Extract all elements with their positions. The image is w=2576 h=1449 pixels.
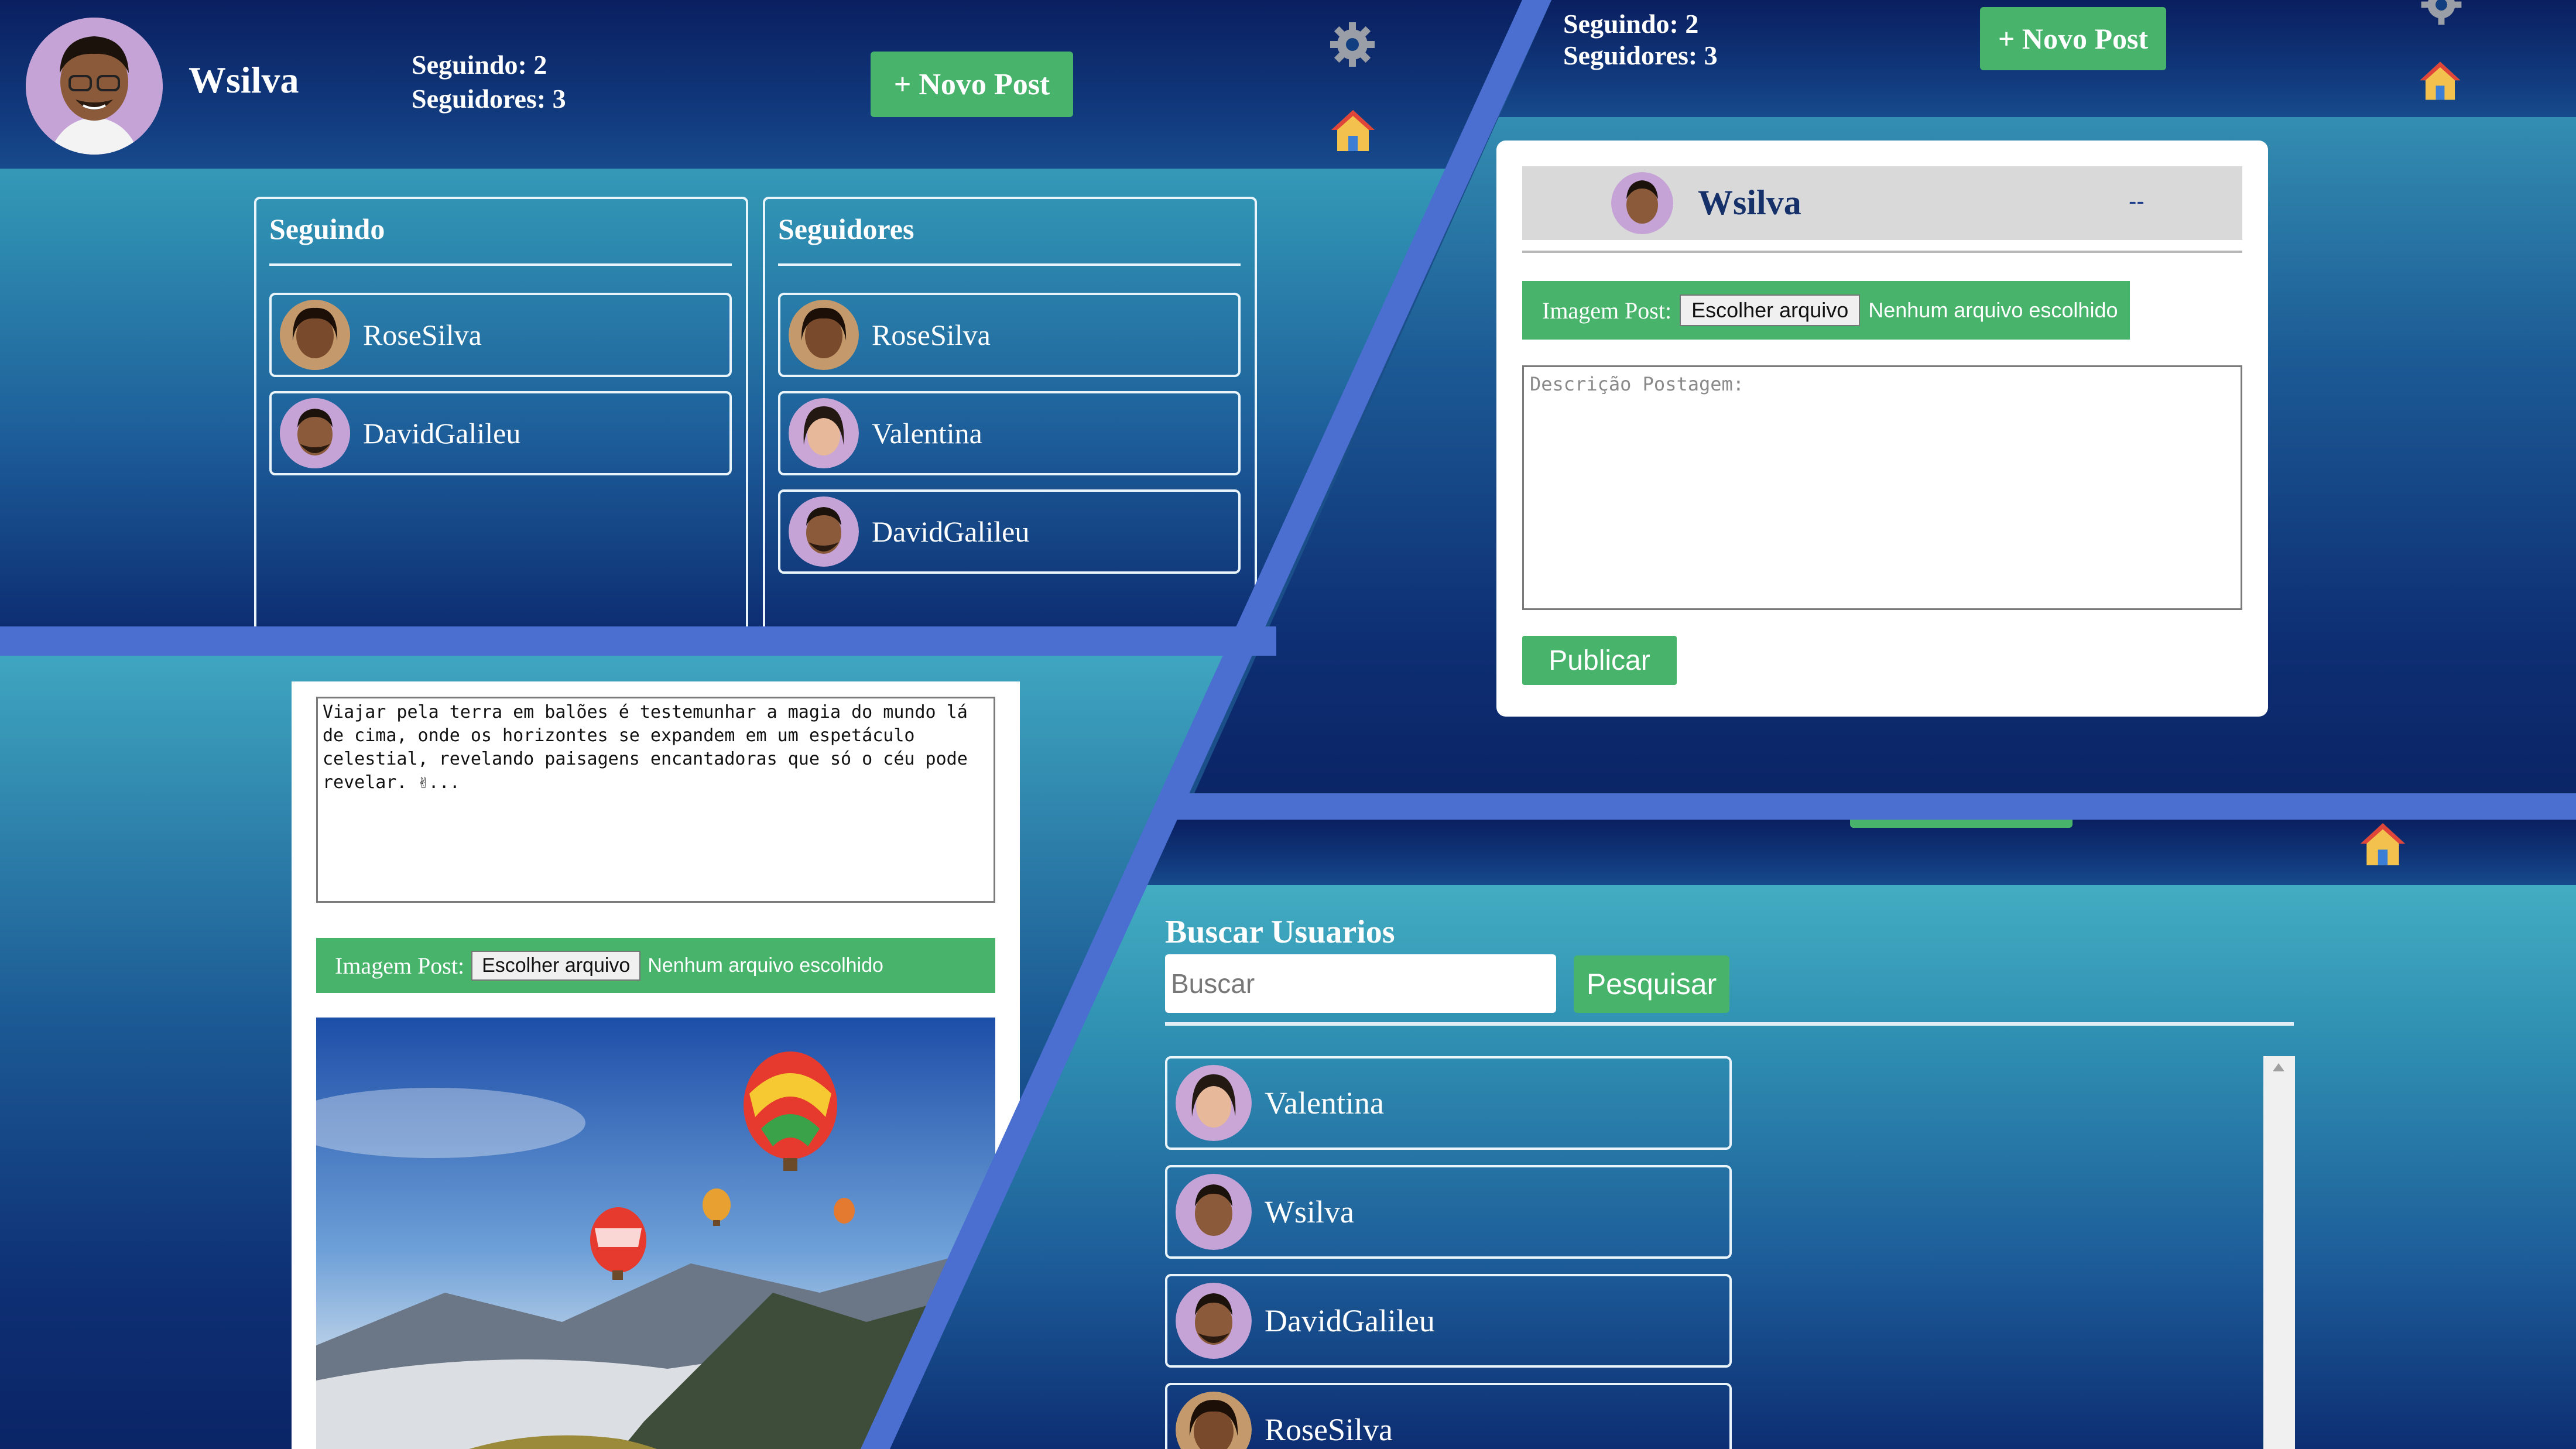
avatar	[789, 300, 859, 370]
followers-count: Seguidores: 3	[1563, 40, 1718, 70]
edit-post-text: Viajar pela terra em balões é testemunha…	[323, 702, 968, 793]
results-list: Valentina Wsilva DavidGalileu RoseSilva	[1165, 1056, 2295, 1449]
followers-count: Seguidores: 3	[412, 84, 566, 114]
results-scrollbar[interactable]	[2263, 1056, 2295, 1449]
following-divider	[269, 263, 732, 266]
avatar	[1176, 1065, 1252, 1141]
search-divider	[1165, 1022, 2294, 1026]
horizontal-divider-right	[1165, 793, 2576, 820]
avatar	[1176, 1283, 1252, 1359]
scroll-up-arrow-icon[interactable]	[2273, 1063, 2284, 1071]
modal-menu-button[interactable]: --	[2129, 189, 2145, 215]
image-upload-bar: Imagem Post: Escolher arquivo Nenhum arq…	[316, 938, 995, 993]
description-textarea[interactable]: Descrição Postagem:	[1522, 365, 2242, 610]
new-post-button[interactable]: + Novo Post	[1980, 7, 2166, 70]
search-button[interactable]: Pesquisar	[1574, 955, 1729, 1013]
result-item-wsilva[interactable]: Wsilva	[1165, 1165, 1732, 1259]
image-post-label: Imagem Post:	[335, 952, 465, 979]
avatar	[280, 398, 350, 468]
description-placeholder: Descrição Postagem:	[1530, 373, 1745, 395]
list-item-name: RoseSilva	[363, 318, 482, 351]
followers-card: Seguidores RoseSilva Valentina DavidGali…	[763, 197, 1257, 626]
result-item-davidgalileu[interactable]: DavidGalileu	[1165, 1274, 1732, 1368]
modal-author-bar: Wsilva --	[1522, 166, 2242, 240]
home-icon[interactable]	[2358, 820, 2407, 869]
avatar	[1176, 1174, 1252, 1250]
new-post-modal: Wsilva -- Imagem Post: Escolher arquivo …	[1496, 141, 2268, 717]
followers-item-davidgalileu[interactable]: DavidGalileu	[778, 489, 1241, 574]
list-item-name: Valentina	[1265, 1085, 1384, 1121]
list-item-name: DavidGalileu	[872, 515, 1030, 548]
new-post-button[interactable]: + Novo Post	[871, 52, 1073, 117]
search-input[interactable]: Buscar	[1165, 954, 1556, 1013]
avatar	[789, 496, 859, 567]
gear-icon[interactable]	[1328, 20, 1377, 69]
search-title: Buscar Usuarios	[1165, 914, 1395, 950]
followers-title: Seguidores	[778, 213, 914, 245]
result-item-rosesilva[interactable]: RoseSilva	[1165, 1383, 1732, 1449]
following-count: Seguindo: 2	[412, 50, 547, 80]
followers-item-valentina[interactable]: Valentina	[778, 391, 1241, 475]
choose-file-button[interactable]: Escolher arquivo	[471, 950, 641, 981]
following-title: Seguindo	[269, 213, 385, 245]
avatar	[1176, 1392, 1252, 1449]
avatar	[280, 300, 350, 370]
image-post-label: Imagem Post:	[1542, 297, 1672, 324]
following-item-rosesilva[interactable]: RoseSilva	[269, 293, 732, 377]
list-item-name: DavidGalileu	[363, 417, 521, 450]
choose-file-button[interactable]: Escolher arquivo	[1680, 294, 1861, 326]
following-card: Seguindo RoseSilva DavidGalileu	[254, 197, 748, 626]
list-item-name: RoseSilva	[872, 318, 991, 351]
edit-post-card: Viajar pela terra em balões é testemunha…	[292, 681, 1020, 1449]
image-upload-bar: Imagem Post: Escolher arquivo Nenhum arq…	[1522, 281, 2130, 340]
user-name: Wsilva	[189, 59, 299, 101]
list-item-name: Valentina	[872, 417, 982, 450]
new-post-button-partial[interactable]	[1850, 820, 2073, 828]
home-icon[interactable]	[1329, 107, 1377, 155]
result-item-valentina[interactable]: Valentina	[1165, 1056, 1732, 1150]
home-icon[interactable]	[2418, 59, 2462, 103]
search-placeholder: Buscar	[1171, 968, 1255, 999]
avatar	[789, 398, 859, 468]
followers-item-rosesilva[interactable]: RoseSilva	[778, 293, 1241, 377]
list-item-name: RoseSilva	[1265, 1412, 1393, 1447]
publish-button[interactable]: Publicar	[1522, 636, 1677, 685]
modal-author-name: Wsilva	[1698, 183, 1801, 222]
modal-divider	[1522, 251, 2242, 253]
avatar[interactable]	[26, 18, 163, 155]
following-item-davidgalileu[interactable]: DavidGalileu	[269, 391, 732, 475]
horizontal-divider-left	[0, 626, 1276, 656]
avatar	[1611, 172, 1673, 234]
gear-icon[interactable]	[2419, 0, 2464, 27]
edit-post-textarea[interactable]: Viajar pela terra em balões é testemunha…	[316, 697, 995, 903]
list-item-name: Wsilva	[1265, 1194, 1354, 1229]
following-count: Seguindo: 2	[1563, 9, 1699, 39]
file-status: Nenhum arquivo escolhido	[1868, 298, 2118, 322]
list-item-name: DavidGalileu	[1265, 1303, 1435, 1338]
followers-divider	[778, 263, 1241, 266]
file-status: Nenhum arquivo escolhido	[648, 954, 883, 977]
